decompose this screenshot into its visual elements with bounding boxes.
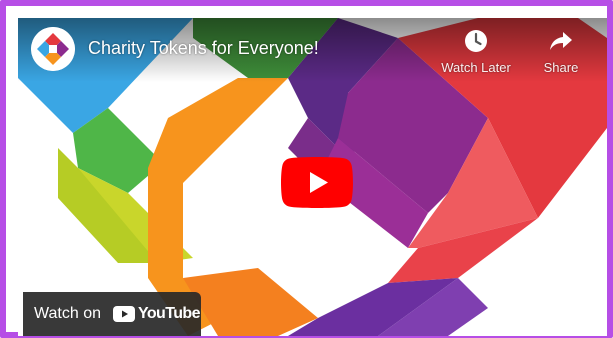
video-player[interactable]: Charity Tokens for Everyone! Watch Later… — [18, 18, 607, 336]
top-overlay-bar: Charity Tokens for Everyone! Watch Later… — [18, 18, 607, 82]
watch-later-button[interactable]: Watch Later — [435, 28, 517, 75]
watch-on-youtube-button[interactable]: Watch on YouTube — [23, 292, 201, 336]
channel-logo[interactable] — [31, 27, 75, 71]
youtube-play-icon — [113, 306, 135, 322]
share-label: Share — [543, 60, 579, 75]
play-button[interactable] — [281, 157, 353, 208]
play-icon — [281, 157, 353, 208]
watch-later-label: Watch Later — [441, 60, 511, 75]
youtube-logo: YouTube — [113, 305, 200, 323]
video-title[interactable]: Charity Tokens for Everyone! — [88, 38, 319, 59]
watch-on-label: Watch on — [34, 305, 101, 322]
embed-frame: Charity Tokens for Everyone! Watch Later… — [0, 0, 613, 338]
heart-ribbon-logo-icon — [31, 27, 75, 71]
clock-icon — [465, 30, 487, 52]
youtube-wordmark: YouTube — [138, 305, 200, 322]
share-arrow-icon — [550, 32, 572, 50]
share-button[interactable]: Share — [520, 28, 602, 75]
